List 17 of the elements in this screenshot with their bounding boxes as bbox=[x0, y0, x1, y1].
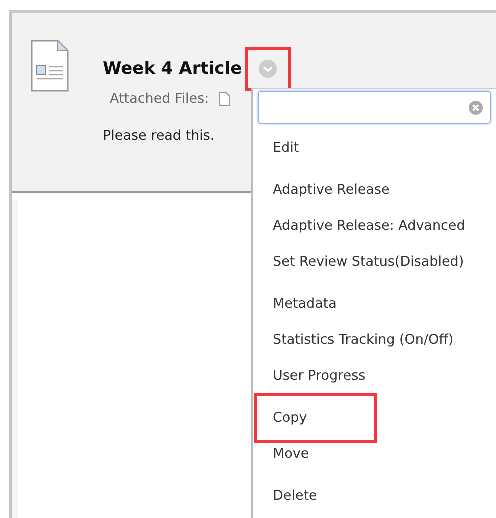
menu-item[interactable]: Adaptive Release bbox=[258, 172, 390, 208]
menu-item[interactable]: Edit bbox=[258, 130, 300, 166]
file-icon[interactable] bbox=[219, 92, 230, 106]
menu-item[interactable]: Metadata bbox=[258, 286, 337, 322]
attached-files-label: Attached Files: bbox=[110, 91, 210, 107]
clear-icon[interactable] bbox=[469, 100, 483, 114]
item-title[interactable]: Week 4 Article bbox=[103, 59, 242, 79]
item-description: Please read this. bbox=[103, 128, 216, 144]
menu-item[interactable]: Set Review Status(Disabled) bbox=[258, 244, 464, 280]
menu-item[interactable]: Adaptive Release: Advanced bbox=[258, 208, 466, 244]
menu-item[interactable]: Statistics Tracking (On/Off) bbox=[258, 322, 454, 358]
menu-item[interactable]: Copy bbox=[254, 393, 377, 443]
document-icon bbox=[30, 39, 70, 93]
chevron-down-icon[interactable] bbox=[259, 60, 278, 78]
menu-item[interactable]: Delete bbox=[258, 478, 318, 514]
search-field[interactable] bbox=[258, 91, 491, 124]
menu-item[interactable]: User Progress bbox=[258, 358, 366, 394]
